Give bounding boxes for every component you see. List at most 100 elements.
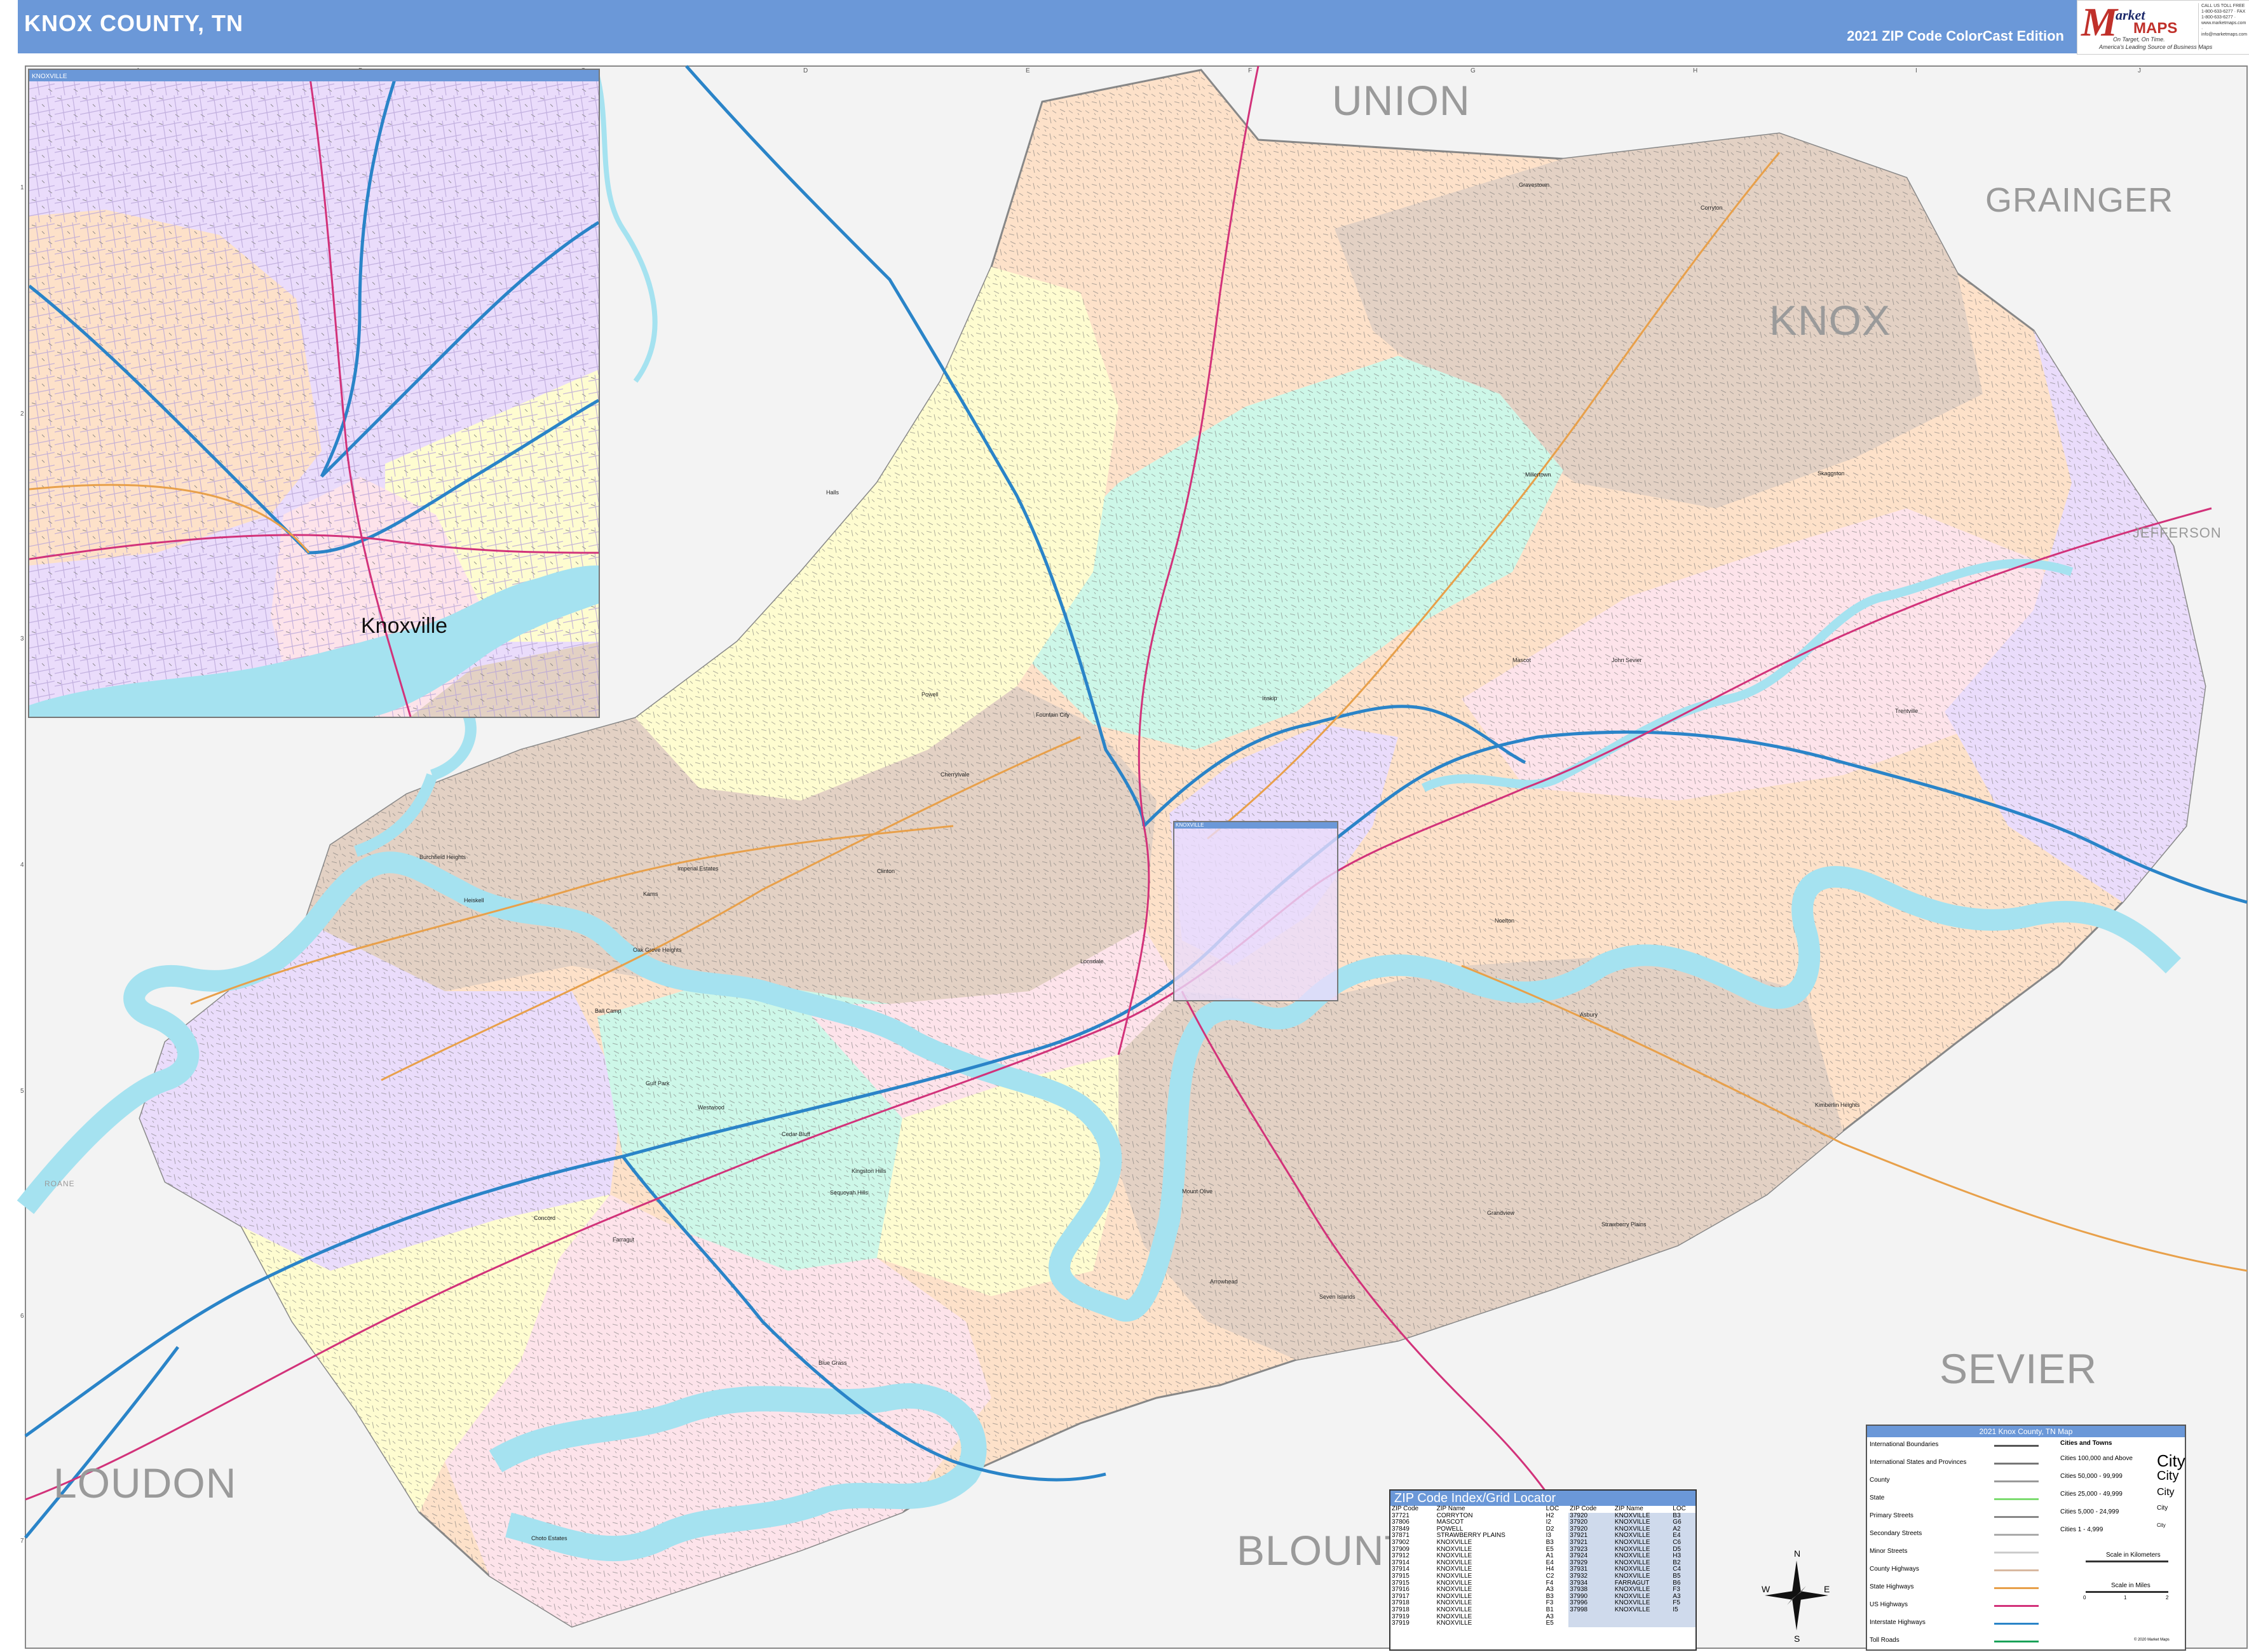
legend-item-swatch bbox=[1994, 1587, 2039, 1589]
city-heiskell: Heiskell bbox=[464, 897, 484, 904]
legend-scale-km: Scale in Kilometers bbox=[2106, 1552, 2161, 1559]
city-grandview: Grandview bbox=[1487, 1210, 1515, 1216]
grid-row-5: 5 bbox=[20, 1088, 24, 1095]
city-cedar-bluff: Cedar Bluff bbox=[782, 1131, 810, 1137]
grid-row-6: 6 bbox=[20, 1313, 24, 1320]
table-cell: 37921 bbox=[1568, 1539, 1614, 1547]
inset-locator-box[interactable]: KNOXVILLE bbox=[1173, 821, 1338, 1001]
legend-item-swatch bbox=[1994, 1552, 2039, 1554]
legend-item-swatch bbox=[1994, 1516, 2039, 1518]
compass-e: E bbox=[1824, 1584, 1830, 1594]
knoxville-inset-map[interactable]: KNOXVILLE Knoxville bbox=[28, 69, 600, 718]
city-powell: Powell bbox=[921, 691, 939, 698]
city-westwood: Westwood bbox=[698, 1104, 724, 1111]
city-trentville: Trentville bbox=[1895, 708, 1919, 714]
table-cell: 37932 bbox=[1568, 1573, 1614, 1580]
table-cell: C2 bbox=[1546, 1572, 1554, 1580]
grid-row-3: 3 bbox=[20, 635, 24, 642]
city-kimberlin-heights: Kimberlin Heights bbox=[1815, 1102, 1860, 1108]
city-mount-olive: Mount Olive bbox=[1182, 1188, 1213, 1195]
zip-index-body: 37721 CORRYTON H2 37920 KNOXVILLE B3 37806 MASC… bbox=[1390, 1512, 1695, 1627]
legend-city-range: Cities 100,000 and Above bbox=[2060, 1455, 2133, 1462]
scale-bar-miles bbox=[2086, 1591, 2168, 1593]
grid-row-1: 1 bbox=[20, 184, 24, 191]
county-label-knox: KNOX bbox=[1769, 297, 1891, 344]
grid-col-j: J bbox=[2138, 67, 2141, 74]
zip-col-header: ZIP Code bbox=[1392, 1505, 1419, 1512]
table-cell: KNOXVILLE bbox=[1436, 1538, 1472, 1546]
legend-city-sample: City bbox=[2157, 1487, 2175, 1498]
table-cell: KNOXVILLE bbox=[1613, 1606, 1672, 1614]
legend-item-label: Minor Streets bbox=[1870, 1548, 1908, 1555]
grid-col-f: F bbox=[1248, 67, 1253, 74]
table-cell bbox=[1568, 1613, 1614, 1621]
city-noelton: Noelton bbox=[1495, 917, 1515, 924]
legend-copyright: © 2020 Market Maps bbox=[2134, 1638, 2170, 1642]
city-mascot: Mascot bbox=[1512, 657, 1532, 663]
grid-col-g: G bbox=[1471, 67, 1476, 74]
table-cell: 37919 bbox=[1392, 1620, 1410, 1627]
table-row: 37915 KNOXVILLE C2 37932 KNOXVILLE B5 bbox=[1390, 1573, 1695, 1580]
zip-col-header: ZIP Name bbox=[1436, 1505, 1465, 1512]
table-cell: B3 bbox=[1546, 1538, 1554, 1546]
table-cell: I5 bbox=[1671, 1606, 1695, 1614]
legend-title: 2021 Knox County, TN Map bbox=[1867, 1426, 2185, 1437]
compass-w: W bbox=[1762, 1584, 1770, 1594]
legend-scale-miles: Scale in Miles bbox=[2111, 1582, 2150, 1589]
legend-item-swatch bbox=[1994, 1641, 2039, 1642]
table-cell bbox=[1568, 1620, 1614, 1627]
city-imperial-estates: Imperial Estates bbox=[677, 865, 719, 872]
legend-item-swatch bbox=[1994, 1534, 2039, 1536]
inset-title-bar: KNOXVILLE bbox=[29, 70, 599, 81]
city-seven-islands: Seven Islands bbox=[1319, 1294, 1356, 1300]
county-label-jefferson: JEFFERSON bbox=[2133, 525, 2222, 541]
city-ball-camp: Ball Camp bbox=[595, 1008, 622, 1014]
legend-city-sample: City bbox=[2157, 1469, 2179, 1483]
legend-cities-header: Cities and Towns bbox=[2060, 1440, 2112, 1447]
county-label-sevier: SEVIER bbox=[1940, 1345, 2098, 1392]
table-cell bbox=[1613, 1613, 1672, 1621]
county-label-grainger: GRAINGER bbox=[1985, 181, 2174, 219]
table-cell bbox=[1671, 1620, 1695, 1627]
table-row: 37902 KNOXVILLE B3 37921 KNOXVILLE C6 bbox=[1390, 1538, 1695, 1547]
grid-col-d: D bbox=[803, 67, 808, 74]
legend-item-label: International States and Provinces bbox=[1870, 1459, 1967, 1466]
city-inskip: Inskip bbox=[1262, 695, 1277, 701]
county-label-roane: ROANE bbox=[44, 1179, 75, 1188]
legend-item-swatch bbox=[1994, 1480, 2039, 1482]
city-concord: Concord bbox=[534, 1215, 556, 1221]
table-cell: B1 bbox=[1546, 1606, 1554, 1613]
table-row: 37919 KNOXVILLE A3 bbox=[1390, 1613, 1695, 1621]
city-skaggston: Skaggston bbox=[1818, 470, 1845, 477]
city-strawberry-plains: Strawberry Plains bbox=[1601, 1221, 1647, 1228]
legend-item-label: International Boundaries bbox=[1870, 1441, 1939, 1448]
city-halls: Halls bbox=[826, 489, 839, 496]
map-legend: 2021 Knox County, TN Map International B… bbox=[1866, 1425, 2186, 1651]
legend-city-sample: City bbox=[2157, 1505, 2168, 1512]
city-fountain-city: Fountain City bbox=[1036, 712, 1070, 718]
legend-city-sample: City bbox=[2157, 1522, 2166, 1528]
city-choto-estates: Choto Estates bbox=[531, 1535, 567, 1541]
legend-item-label: US Highways bbox=[1870, 1601, 1908, 1608]
zip-col-header: ZIP Name bbox=[1614, 1505, 1643, 1512]
zip-index-table: ZIP Code Index/Grid Locator ZIP Code ZIP… bbox=[1389, 1489, 1697, 1651]
legend-item-swatch bbox=[1994, 1605, 2039, 1607]
table-cell: KNOXVILLE bbox=[1436, 1606, 1472, 1613]
legend-city-range: Cities 50,000 - 99,999 bbox=[2060, 1473, 2123, 1480]
table-cell: E5 bbox=[1546, 1620, 1554, 1627]
compass-s: S bbox=[1794, 1634, 1800, 1643]
zip-col-header: ZIP Code bbox=[1570, 1505, 1597, 1512]
county-label-union: UNION bbox=[1332, 77, 1471, 124]
city-arrowhead: Arrowhead bbox=[1210, 1278, 1238, 1285]
zip-col-header: LOC bbox=[1673, 1505, 1686, 1512]
legend-item-label: Primary Streets bbox=[1870, 1512, 1913, 1519]
city-clinton: Clinton bbox=[877, 868, 895, 874]
scale-tick: 0 bbox=[2083, 1595, 2086, 1601]
inset-city-knoxville: Knoxville bbox=[361, 614, 448, 638]
legend-item-label: Toll Roads bbox=[1870, 1637, 1899, 1644]
legend-item-label: Interstate Highways bbox=[1870, 1619, 1926, 1626]
table-cell bbox=[1671, 1613, 1695, 1621]
table-cell: B5 bbox=[1671, 1573, 1695, 1580]
city-asbury: Asbury bbox=[1580, 1012, 1598, 1018]
grid-col-i: I bbox=[1915, 67, 1917, 74]
